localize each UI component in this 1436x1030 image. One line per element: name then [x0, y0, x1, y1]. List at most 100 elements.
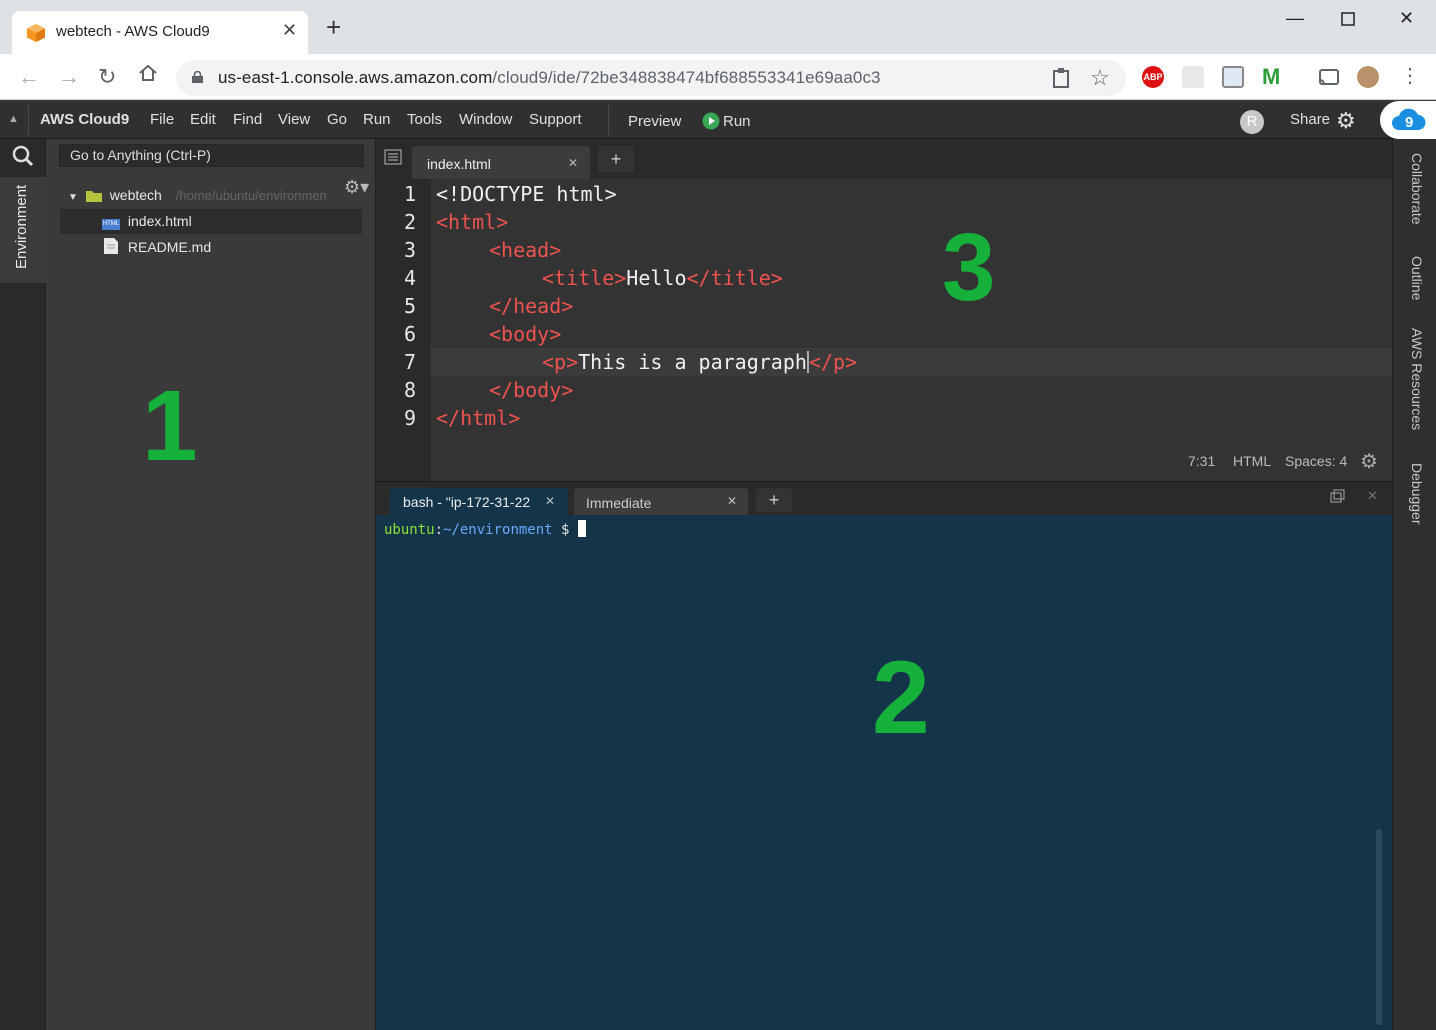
- code-tag: <title>: [542, 266, 627, 290]
- minimize-icon[interactable]: —: [1286, 8, 1304, 29]
- ide-menubar: ▲ AWS Cloud9 File Edit Find View Go Run …: [0, 101, 1436, 139]
- url-path: /cloud9/ide/72be348838474bf688553341e69a…: [492, 68, 881, 87]
- prompt-symbol: $: [561, 522, 570, 538]
- menu-support[interactable]: Support: [529, 111, 582, 128]
- tree-settings-gear-icon[interactable]: ⚙▾: [344, 177, 369, 198]
- code-tag: <p>: [542, 350, 579, 374]
- editor-tab-index-html[interactable]: index.html ✕: [412, 146, 590, 179]
- bookmark-star-icon[interactable]: ☆: [1090, 65, 1110, 91]
- run-button[interactable]: Run: [723, 113, 751, 130]
- cloud9-logo[interactable]: 9: [1380, 101, 1436, 139]
- expand-arrow-icon[interactable]: ▼: [68, 192, 78, 203]
- search-icon[interactable]: [12, 145, 34, 172]
- code-tag: </head>: [489, 294, 574, 318]
- forward-icon[interactable]: →: [58, 64, 80, 90]
- settings-gear-icon[interactable]: ⚙: [1336, 108, 1356, 134]
- outline-tab[interactable]: Outline: [1409, 256, 1425, 300]
- reload-icon[interactable]: ↻: [98, 64, 116, 90]
- line-number: 2: [403, 210, 416, 234]
- line-number: 9: [403, 406, 416, 430]
- line-number: 4: [403, 266, 416, 290]
- terminal-tab-close-icon[interactable]: ✕: [727, 494, 737, 508]
- terminal-panel[interactable]: ubuntu:~/environment $ 2: [376, 515, 1392, 1030]
- code-tag: </title>: [686, 266, 783, 290]
- menu-edit[interactable]: Edit: [190, 111, 216, 128]
- address-bar[interactable]: us-east-1.console.aws.amazon.com/cloud9/…: [176, 60, 1126, 96]
- go-to-anything-input[interactable]: Go to Anything (Ctrl-P): [59, 144, 364, 167]
- code-tag: <html>: [436, 210, 509, 234]
- code-editor[interactable]: 1 2 3 4 5 6 7 8 9 <!DOCTYPE html> <html>…: [376, 179, 1392, 481]
- svg-text:9: 9: [1405, 114, 1413, 131]
- new-terminal-tab-icon[interactable]: +: [756, 488, 792, 512]
- cursor-position[interactable]: 7:31: [1188, 453, 1215, 469]
- folder-icon: [85, 191, 102, 202]
- file-name: index.html: [127, 213, 192, 229]
- aws-resources-tab[interactable]: AWS Resources: [1409, 328, 1425, 430]
- editor-tab-bar: index.html ✕ +: [376, 139, 1392, 179]
- m-extension-icon[interactable]: M: [1262, 66, 1284, 88]
- terminal-scrollbar[interactable]: [1376, 829, 1382, 1025]
- cast-icon[interactable]: [1318, 66, 1340, 88]
- menu-file[interactable]: File: [150, 111, 174, 128]
- code-tag: <body>: [489, 322, 562, 346]
- tree-file-readme[interactable]: README.md: [104, 238, 211, 262]
- terminal-tab-close-icon[interactable]: ✕: [545, 494, 555, 508]
- tree-root-folder[interactable]: ▼ webtech /home/ubuntu/environmen: [68, 187, 327, 211]
- indent-setting[interactable]: Spaces: 4: [1285, 453, 1347, 469]
- line-number: 3: [403, 238, 416, 262]
- close-window-icon[interactable]: ✕: [1399, 8, 1414, 29]
- browser-tab[interactable]: webtech - AWS Cloud9 ✕: [12, 11, 308, 54]
- user-avatar[interactable]: R: [1240, 110, 1264, 134]
- tab-list-icon[interactable]: [384, 149, 402, 170]
- annotation-number-2: 2: [872, 640, 930, 756]
- maximize-panel-icon[interactable]: [1330, 489, 1346, 508]
- browser-toolbar: ← → ↻ us-east-1.console.aws.amazon.com/c…: [0, 54, 1436, 100]
- browser-menu-icon[interactable]: ⋮: [1400, 66, 1422, 88]
- tab-close-icon[interactable]: ✕: [282, 20, 297, 41]
- file-name: README.md: [127, 239, 212, 255]
- brand-label: AWS Cloud9: [40, 111, 130, 128]
- profile-avatar[interactable]: [1357, 66, 1379, 88]
- file-tree-panel: Go to Anything (Ctrl-P) ⚙▾ ▼ webtech /ho…: [46, 139, 376, 1030]
- collaborate-tab[interactable]: Collaborate: [1409, 153, 1425, 225]
- terminal-tab-bar: bash - "ip-172-31-22 ✕ Immediate ✕ + ✕: [376, 481, 1392, 516]
- code-text: This is a paragraph: [578, 350, 807, 374]
- menu-run[interactable]: Run: [363, 111, 391, 128]
- menu-window[interactable]: Window: [459, 111, 512, 128]
- new-tab-icon[interactable]: +: [326, 14, 341, 40]
- adblock-icon[interactable]: ABP: [1142, 66, 1164, 88]
- line-number: 8: [403, 378, 416, 402]
- debugger-tab[interactable]: Debugger: [1409, 463, 1425, 525]
- language-mode[interactable]: HTML: [1233, 453, 1271, 469]
- screenshot-extension-icon[interactable]: [1222, 66, 1244, 88]
- lock-icon: [192, 71, 203, 83]
- terminal-tab-bash[interactable]: bash - "ip-172-31-22 ✕: [390, 488, 568, 516]
- code-line: <body>: [489, 322, 561, 346]
- tree-file-index-html[interactable]: HTML index.html: [102, 213, 192, 237]
- left-panel-strip: Environment: [0, 139, 46, 1030]
- clipboard-icon[interactable]: [1052, 67, 1070, 94]
- line-number: 7: [403, 350, 416, 374]
- maximize-icon[interactable]: [1341, 10, 1355, 31]
- share-button[interactable]: Share: [1290, 111, 1330, 128]
- extension-icon[interactable]: [1182, 66, 1204, 88]
- editor-tab-close-icon[interactable]: ✕: [568, 156, 578, 170]
- aws-cube-icon: [27, 24, 45, 42]
- new-editor-tab-icon[interactable]: +: [598, 146, 634, 172]
- preview-button[interactable]: Preview: [628, 113, 681, 130]
- collapse-menu-icon[interactable]: ▲: [8, 113, 19, 125]
- home-icon[interactable]: [138, 63, 158, 89]
- terminal-prompt: ubuntu:~/environment $: [384, 520, 586, 538]
- menu-find[interactable]: Find: [233, 111, 262, 128]
- menu-view[interactable]: View: [278, 111, 310, 128]
- back-icon[interactable]: ←: [18, 64, 40, 90]
- close-panel-icon[interactable]: ✕: [1367, 488, 1378, 504]
- environment-tab[interactable]: Environment: [0, 177, 46, 283]
- run-play-icon[interactable]: [702, 112, 720, 134]
- menu-tools[interactable]: Tools: [407, 111, 442, 128]
- editor-settings-gear-icon[interactable]: ⚙: [1360, 449, 1378, 474]
- document-icon: [104, 238, 118, 254]
- menu-go[interactable]: Go: [327, 111, 347, 128]
- terminal-tab-immediate[interactable]: Immediate ✕: [574, 488, 748, 516]
- code-tag: </p>: [808, 350, 858, 374]
